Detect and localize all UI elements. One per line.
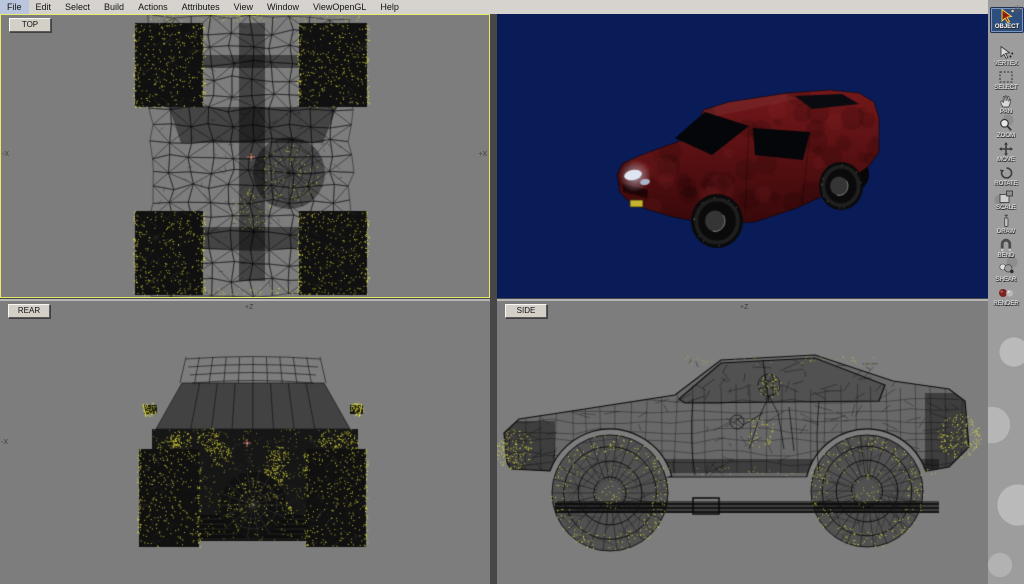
top-view-canvas[interactable]	[1, 15, 489, 297]
perspective-view-canvas[interactable]	[497, 14, 988, 298]
tool-label: PAN	[991, 109, 1021, 116]
tool-label: BEND	[991, 253, 1021, 260]
rear-view-canvas[interactable]	[0, 301, 490, 584]
bend-magnet-icon	[991, 238, 1021, 253]
viewport-label-side[interactable]: SIDE	[505, 304, 547, 318]
viewport-side[interactable]: SIDE +Z	[497, 299, 988, 584]
rotate-arrow-icon	[991, 166, 1021, 181]
viewport-label-rear[interactable]: REAR	[8, 304, 50, 318]
shear-spheres-icon	[991, 262, 1021, 277]
render-spheres-icon	[991, 286, 1021, 301]
viewport-top[interactable]: TOP -X +X	[0, 14, 490, 298]
menu-actions[interactable]: Actions	[131, 0, 175, 14]
tool-label: SCALE	[991, 205, 1021, 212]
axis-label-pos-z: +Z	[245, 304, 253, 311]
tool-select-button[interactable]: SELECT	[991, 70, 1021, 92]
menu-help[interactable]: Help	[373, 0, 406, 14]
tool-scale-button[interactable]: SCALE	[991, 190, 1021, 212]
scale-box-icon	[991, 190, 1021, 205]
viewport-rear[interactable]: REAR +Z -X	[0, 299, 490, 584]
axis-label-pos-x: +X	[478, 151, 487, 158]
tool-label: OBJECT	[992, 24, 1022, 31]
axis-label-neg-x: -X	[2, 151, 9, 158]
tool-bend-button[interactable]: BEND	[991, 238, 1021, 260]
select-marquee-icon	[991, 70, 1021, 85]
axis-label-pos-z: +Z	[740, 304, 748, 311]
tool-sidebar: OBJECT VERTEX SELECT PAN ZOOM MOVE ROTATE SCALE…	[988, 0, 1024, 584]
tool-draw-button[interactable]: DRAW	[991, 214, 1021, 236]
zoom-magnifier-icon	[991, 118, 1021, 133]
tool-label: SHEAR	[991, 277, 1021, 284]
tool-label: ROTATE	[991, 181, 1021, 188]
menu-bar: FileEditSelectBuildActionsAttributesView…	[0, 0, 988, 14]
tool-move-button[interactable]: MOVE	[991, 142, 1021, 164]
settings-gear-icon[interactable]	[1013, 1, 1022, 19]
tool-label: VERTEX	[991, 61, 1021, 68]
tool-label: DRAW	[991, 229, 1021, 236]
axis-label-neg-x: -X	[1, 439, 8, 446]
tool-vertex-button[interactable]: VERTEX	[991, 46, 1021, 68]
side-view-canvas[interactable]	[497, 301, 988, 584]
tool-render-button[interactable]: RENDER	[991, 286, 1021, 308]
menu-build[interactable]: Build	[97, 0, 131, 14]
menu-view[interactable]: View	[227, 0, 260, 14]
tool-label: MOVE	[991, 157, 1021, 164]
menu-window[interactable]: Window	[260, 0, 306, 14]
tool-rotate-button[interactable]: ROTATE	[991, 166, 1021, 188]
vertex-cursor-icon	[991, 46, 1021, 61]
viewport-3d-perspective[interactable]	[497, 14, 988, 298]
menu-viewopengl[interactable]: ViewOpenGL	[306, 0, 373, 14]
tool-label: RENDER	[991, 301, 1021, 308]
tool-shear-button[interactable]: SHEAR	[991, 262, 1021, 284]
menu-edit[interactable]: Edit	[29, 0, 59, 14]
pan-hand-icon	[991, 94, 1021, 109]
menu-attributes[interactable]: Attributes	[175, 0, 227, 14]
menu-file[interactable]: File	[0, 0, 29, 14]
move-arrows-icon	[991, 142, 1021, 157]
viewport-label-top[interactable]: TOP	[9, 18, 51, 32]
draw-pen-icon	[991, 214, 1021, 229]
menu-select[interactable]: Select	[58, 0, 97, 14]
viewport-workspace: TOP -X +X REAR +Z -X SIDE +Z	[0, 14, 988, 584]
tool-pan-button[interactable]: PAN	[991, 94, 1021, 116]
tool-label: SELECT	[991, 85, 1021, 92]
tool-label: ZOOM	[991, 133, 1021, 140]
tool-zoom-button[interactable]: ZOOM	[991, 118, 1021, 140]
